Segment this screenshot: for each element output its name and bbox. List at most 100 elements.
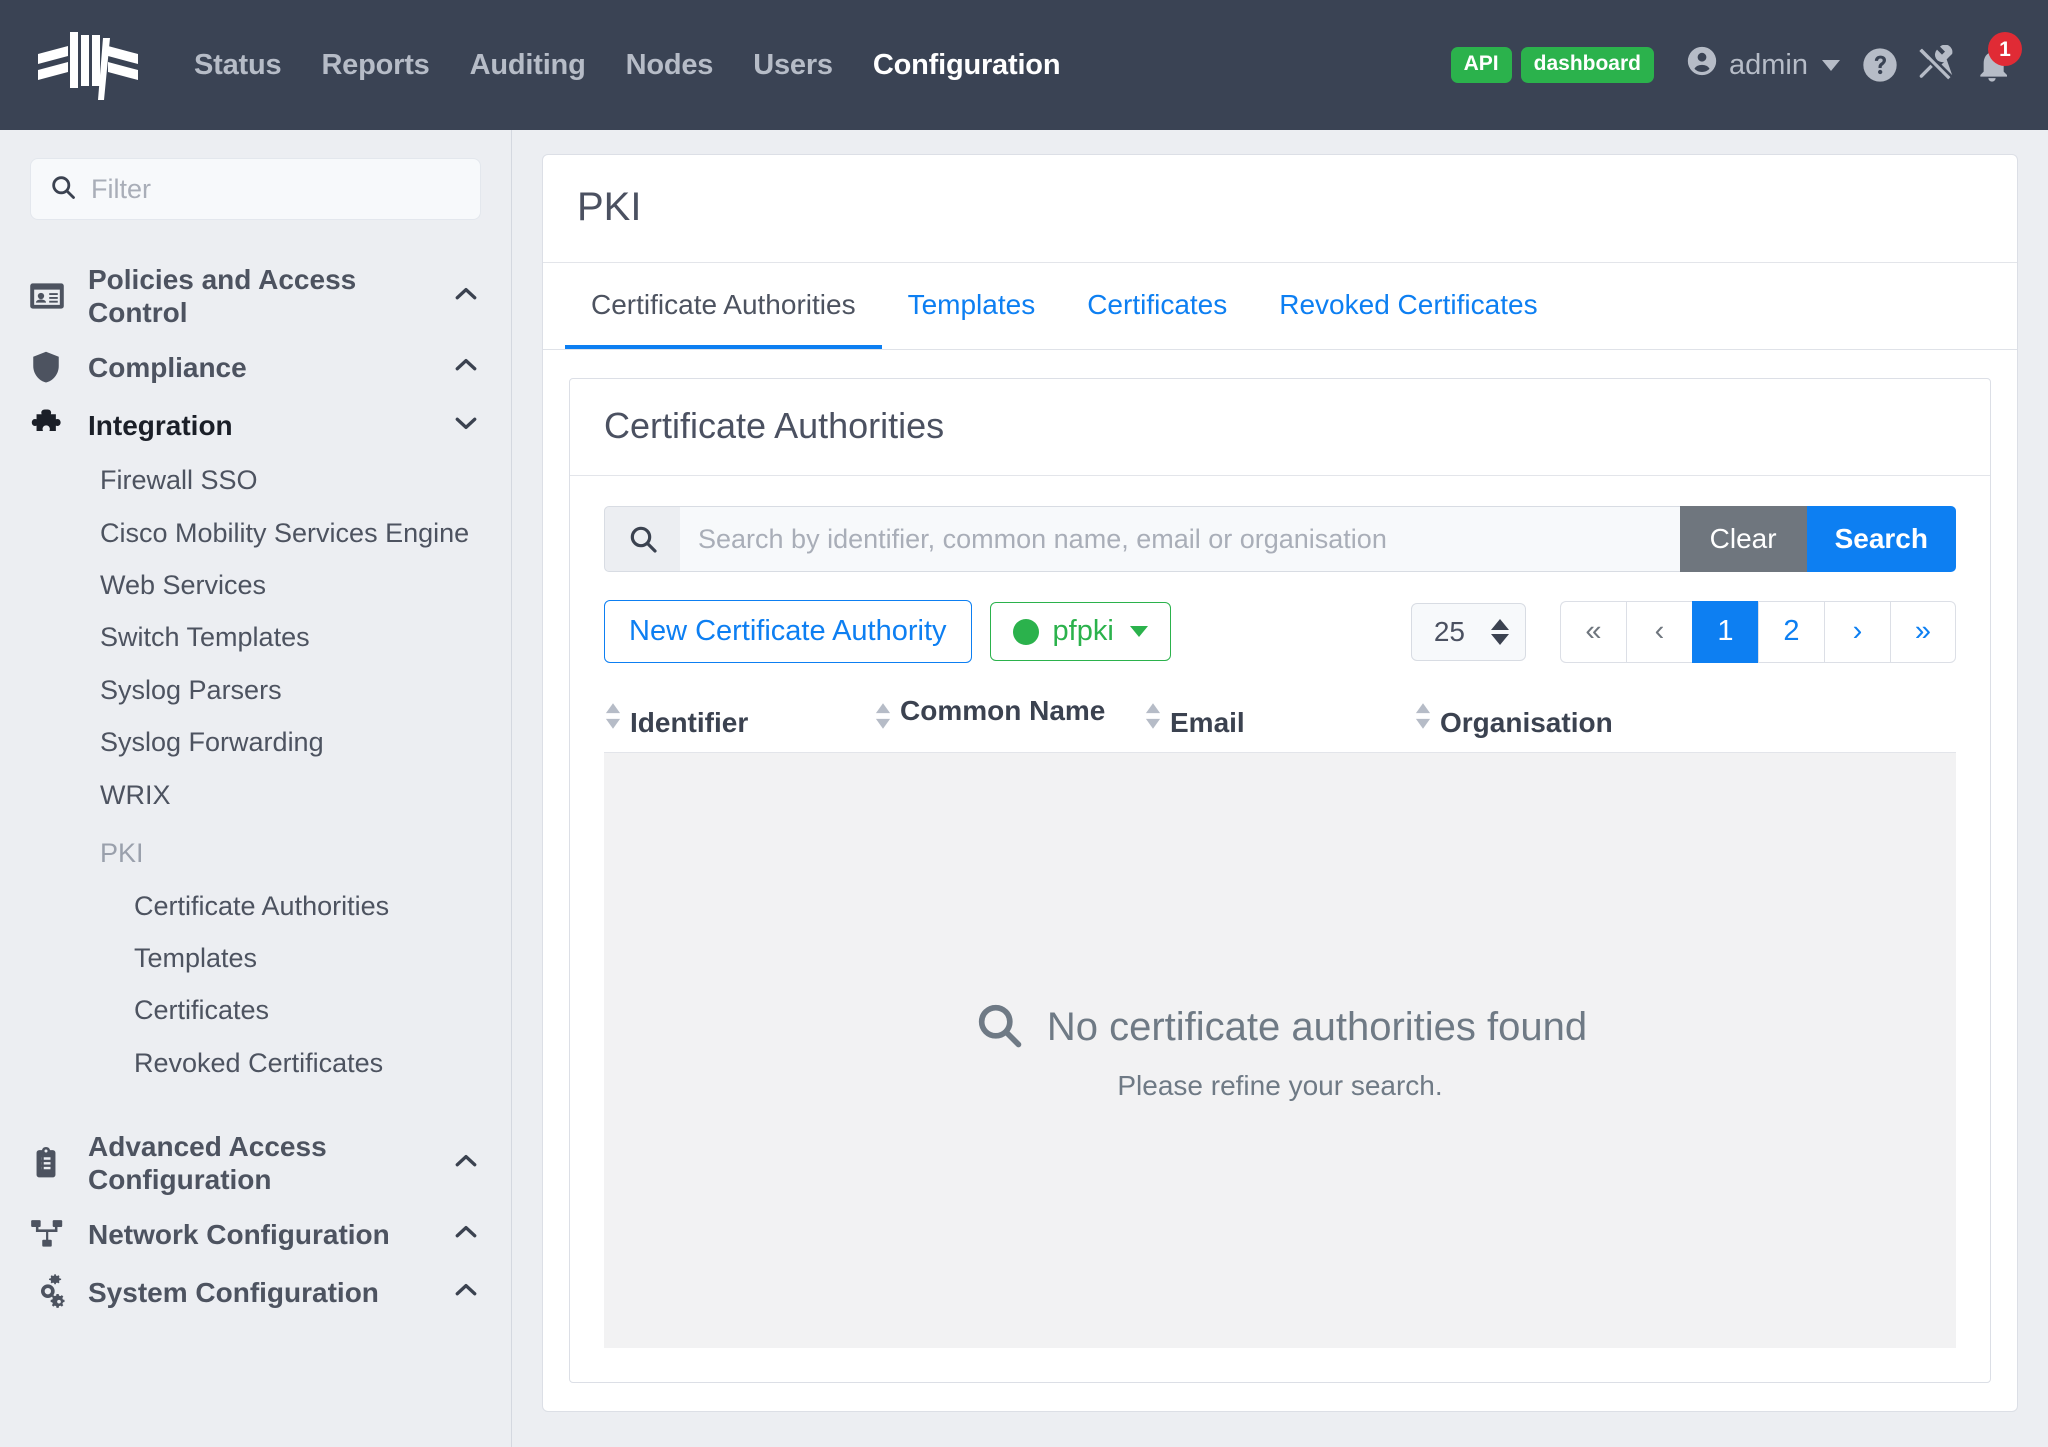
sidebar: Policies and Access Control Compliance	[0, 130, 512, 1447]
sidebar-group-system-configuration[interactable]: System Configuration	[0, 1263, 511, 1321]
stepper-icon	[1491, 619, 1509, 645]
search-icon	[49, 173, 91, 206]
chevron-up-icon[interactable]	[451, 1275, 481, 1310]
pki-card: PKI Certificate Authorities Templates Ce…	[542, 154, 2018, 1412]
sidebar-item-certificates[interactable]: Certificates	[0, 984, 511, 1036]
tab-revoked-certificates[interactable]: Revoked Certificates	[1253, 263, 1563, 349]
sidebar-item-web-services[interactable]: Web Services	[0, 559, 511, 611]
sidebar-group-policies-and-access-control[interactable]: Policies and Access Control	[0, 254, 511, 338]
chevron-up-icon[interactable]	[451, 279, 481, 314]
panel-header: Certificate Authorities	[570, 379, 1990, 476]
chevron-up-icon[interactable]	[451, 350, 481, 385]
sidebar-group-label: Compliance	[88, 351, 451, 384]
sidebar-group-label: Policies and Access Control	[88, 263, 451, 329]
search-input[interactable]	[698, 524, 1662, 555]
table-column-common-name[interactable]: Common Name	[874, 695, 1144, 738]
pagination-page-1[interactable]: 1	[1692, 601, 1758, 663]
nav-link-reports[interactable]: Reports	[301, 49, 449, 82]
sidebar-item-wrix[interactable]: WRIX	[0, 769, 511, 821]
nav-link-status[interactable]: Status	[174, 49, 301, 82]
sort-icon[interactable]	[1414, 699, 1432, 738]
card-header: PKI	[543, 155, 2017, 263]
pagination-next[interactable]: ›	[1824, 601, 1890, 663]
primary-nav: Status Reports Auditing Nodes Users Conf…	[174, 49, 1080, 82]
table-column-organisation[interactable]: Organisation	[1414, 695, 1956, 738]
sidebar-item-revoked-certificates[interactable]: Revoked Certificates	[0, 1037, 511, 1089]
nav-link-configuration[interactable]: Configuration	[853, 49, 1080, 82]
sidebar-group-network-configuration[interactable]: Network Configuration	[0, 1205, 511, 1263]
sort-icon[interactable]	[1144, 699, 1162, 738]
toolbar-right: 25 « ‹ 1 2 ›	[1411, 601, 1956, 663]
sidebar-filter[interactable]	[30, 158, 481, 220]
chevron-up-icon[interactable]	[451, 1217, 481, 1252]
navbar-right: API dashboard admin	[1451, 37, 2020, 93]
packetfence-logo-icon[interactable]	[34, 26, 142, 104]
clipboard-icon	[28, 1145, 72, 1181]
sidebar-item-syslog-forwarding[interactable]: Syslog Forwarding	[0, 716, 511, 768]
dashboard-badge[interactable]: dashboard	[1521, 47, 1654, 82]
nav-link-users[interactable]: Users	[733, 49, 853, 82]
sidebar-item-firewall-sso[interactable]: Firewall SSO	[0, 454, 511, 506]
filter-input[interactable]	[91, 174, 462, 205]
search-button[interactable]: Search	[1807, 506, 1956, 572]
sidebar-item-certificate-authorities[interactable]: Certificate Authorities	[0, 880, 511, 932]
chevron-up-icon[interactable]	[451, 1146, 481, 1181]
table-column-label: Common Name	[900, 695, 1105, 726]
tab-bar: Certificate Authorities Templates Certif…	[543, 263, 2017, 350]
pagination: « ‹ 1 2 › »	[1560, 601, 1956, 663]
sidebar-group-label: Advanced Access Configuration	[88, 1130, 451, 1196]
search-field-wrapper	[680, 506, 1680, 572]
empty-state-title: No certificate authorities found	[1047, 1005, 1587, 1050]
tab-certificate-authorities[interactable]: Certificate Authorities	[565, 263, 882, 349]
sidebar-group-integration[interactable]: Integration	[0, 396, 511, 454]
table-column-identifier[interactable]: Identifier	[604, 695, 874, 738]
bell-icon[interactable]: 1	[1964, 37, 2020, 93]
notification-count-badge: 1	[1988, 32, 2022, 66]
nav-link-auditing[interactable]: Auditing	[450, 49, 606, 82]
table-column-label: Email	[1170, 707, 1245, 738]
table-column-label: Organisation	[1440, 707, 1613, 738]
search-icon	[604, 506, 680, 572]
api-badge[interactable]: API	[1451, 47, 1512, 82]
new-certificate-authority-button[interactable]: New Certificate Authority	[604, 600, 972, 663]
pagination-page-2[interactable]: 2	[1758, 601, 1824, 663]
user-menu[interactable]: admin	[1685, 44, 1840, 86]
id-card-icon	[28, 277, 72, 315]
pagination-first[interactable]: «	[1560, 601, 1626, 663]
sidebar-item-cisco-mobility-services-engine[interactable]: Cisco Mobility Services Engine	[0, 507, 511, 559]
toolbar: New Certificate Authority pfpki 25	[604, 600, 1956, 663]
search-icon	[973, 999, 1025, 1056]
provider-dropdown[interactable]: pfpki	[990, 602, 1171, 661]
sidebar-item-switch-templates[interactable]: Switch Templates	[0, 611, 511, 663]
panel-wrapper: Certificate Authorities	[543, 350, 2017, 1411]
gears-icon	[28, 1272, 72, 1312]
sort-icon[interactable]	[604, 699, 622, 738]
tab-certificates[interactable]: Certificates	[1061, 263, 1253, 349]
sidebar-item-templates[interactable]: Templates	[0, 932, 511, 984]
sort-icon[interactable]	[874, 699, 892, 738]
search-row: Clear Search	[604, 506, 1956, 572]
app-shell: Policies and Access Control Compliance	[0, 130, 2048, 1447]
sidebar-group-compliance[interactable]: Compliance	[0, 338, 511, 396]
nav-link-nodes[interactable]: Nodes	[606, 49, 734, 82]
chevron-down-icon	[1822, 60, 1840, 71]
main-content: PKI Certificate Authorities Templates Ce…	[512, 130, 2048, 1447]
panel-body: Clear Search New Certificate Authority p…	[570, 476, 1990, 1382]
pagination-prev[interactable]: ‹	[1626, 601, 1692, 663]
sidebar-group-label: Network Configuration	[88, 1218, 451, 1251]
sidebar-subheading-pki: PKI	[0, 821, 511, 879]
page-title: PKI	[577, 185, 1983, 230]
sidebar-group-advanced-access-configuration[interactable]: Advanced Access Configuration	[0, 1121, 511, 1205]
tab-templates[interactable]: Templates	[882, 263, 1062, 349]
per-page-selector[interactable]: 25	[1411, 603, 1526, 661]
chevron-down-icon[interactable]	[451, 408, 481, 443]
per-page-value: 25	[1434, 616, 1465, 648]
table-column-email[interactable]: Email	[1144, 695, 1414, 738]
clear-button[interactable]: Clear	[1680, 506, 1807, 572]
help-icon[interactable]	[1852, 37, 1908, 93]
shield-icon	[28, 349, 72, 385]
pagination-last[interactable]: »	[1890, 601, 1956, 663]
provider-label: pfpki	[1053, 615, 1114, 648]
tools-icon[interactable]	[1908, 37, 1964, 93]
sidebar-item-syslog-parsers[interactable]: Syslog Parsers	[0, 664, 511, 716]
